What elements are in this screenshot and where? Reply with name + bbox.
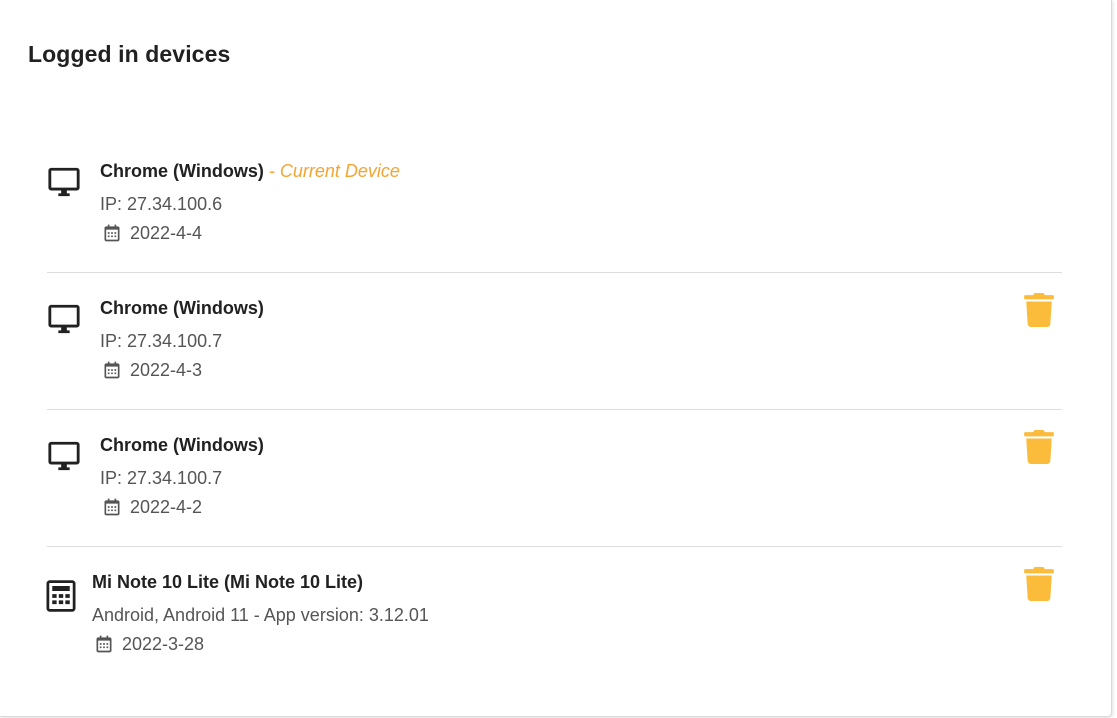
- current-device-label: - Current Device: [263, 161, 400, 181]
- device-name: Mi Note 10 Lite (Mi Note 10 Lite): [92, 572, 364, 592]
- calendar-icon: [104, 224, 120, 242]
- device-info: Chrome (Windows) - Current Device IP: 27…: [100, 160, 400, 244]
- device-date: 2022-4-4: [130, 223, 203, 243]
- calendar-icon: [104, 498, 120, 516]
- device-list: Chrome (Windows) - Current Device IP: 27…: [46, 136, 1062, 683]
- delete-device-button[interactable]: [1024, 293, 1054, 327]
- device-date-row: 2022-4-2: [100, 496, 264, 518]
- device-item: Chrome (Windows) - Current Device IP: 27…: [47, 136, 1062, 273]
- device-date: 2022-4-2: [130, 497, 203, 517]
- device-item: Chrome (Windows) IP: 27.34.100.7 2022-4-…: [47, 410, 1062, 547]
- device-date-row: 2022-4-3: [100, 359, 264, 381]
- desktop-icon: [48, 441, 80, 471]
- device-item: Mi Note 10 Lite (Mi Note 10 Lite) Androi…: [46, 547, 1062, 683]
- page-title: Logged in devices: [28, 41, 231, 67]
- device-date: 2022-4-3: [130, 360, 203, 380]
- delete-device-button[interactable]: [1024, 430, 1054, 464]
- desktop-icon: [48, 304, 80, 334]
- device-item: Chrome (Windows) IP: 27.34.100.7 2022-4-…: [47, 273, 1062, 410]
- logged-in-devices-card: Logged in devices Chrome (Windows) - Cur…: [0, 0, 1112, 717]
- device-app-info: Android, Android 11 - App version: 3.12.…: [92, 605, 429, 625]
- device-ip: IP: 27.34.100.7: [100, 468, 223, 488]
- calendar-icon: [104, 361, 120, 379]
- device-date-row: 2022-3-28: [92, 633, 429, 655]
- device-name: Chrome (Windows): [100, 298, 264, 318]
- delete-device-button[interactable]: [1024, 567, 1054, 601]
- device-info: Chrome (Windows) IP: 27.34.100.7 2022-4-…: [100, 297, 264, 381]
- device-date-row: 2022-4-4: [100, 222, 400, 244]
- device-ip: IP: 27.34.100.6: [100, 194, 223, 214]
- desktop-icon: [48, 167, 80, 197]
- device-name: Chrome (Windows): [100, 435, 264, 455]
- device-name-line: Chrome (Windows) - Current Device: [100, 160, 400, 182]
- calendar-icon: [96, 635, 112, 653]
- device-name: Chrome (Windows): [100, 161, 264, 181]
- calculator-phone-icon: [46, 580, 76, 612]
- device-info: Mi Note 10 Lite (Mi Note 10 Lite) Androi…: [92, 571, 429, 655]
- device-date: 2022-3-28: [122, 634, 205, 654]
- device-ip: IP: 27.34.100.7: [100, 331, 223, 351]
- device-info: Chrome (Windows) IP: 27.34.100.7 2022-4-…: [100, 434, 264, 518]
